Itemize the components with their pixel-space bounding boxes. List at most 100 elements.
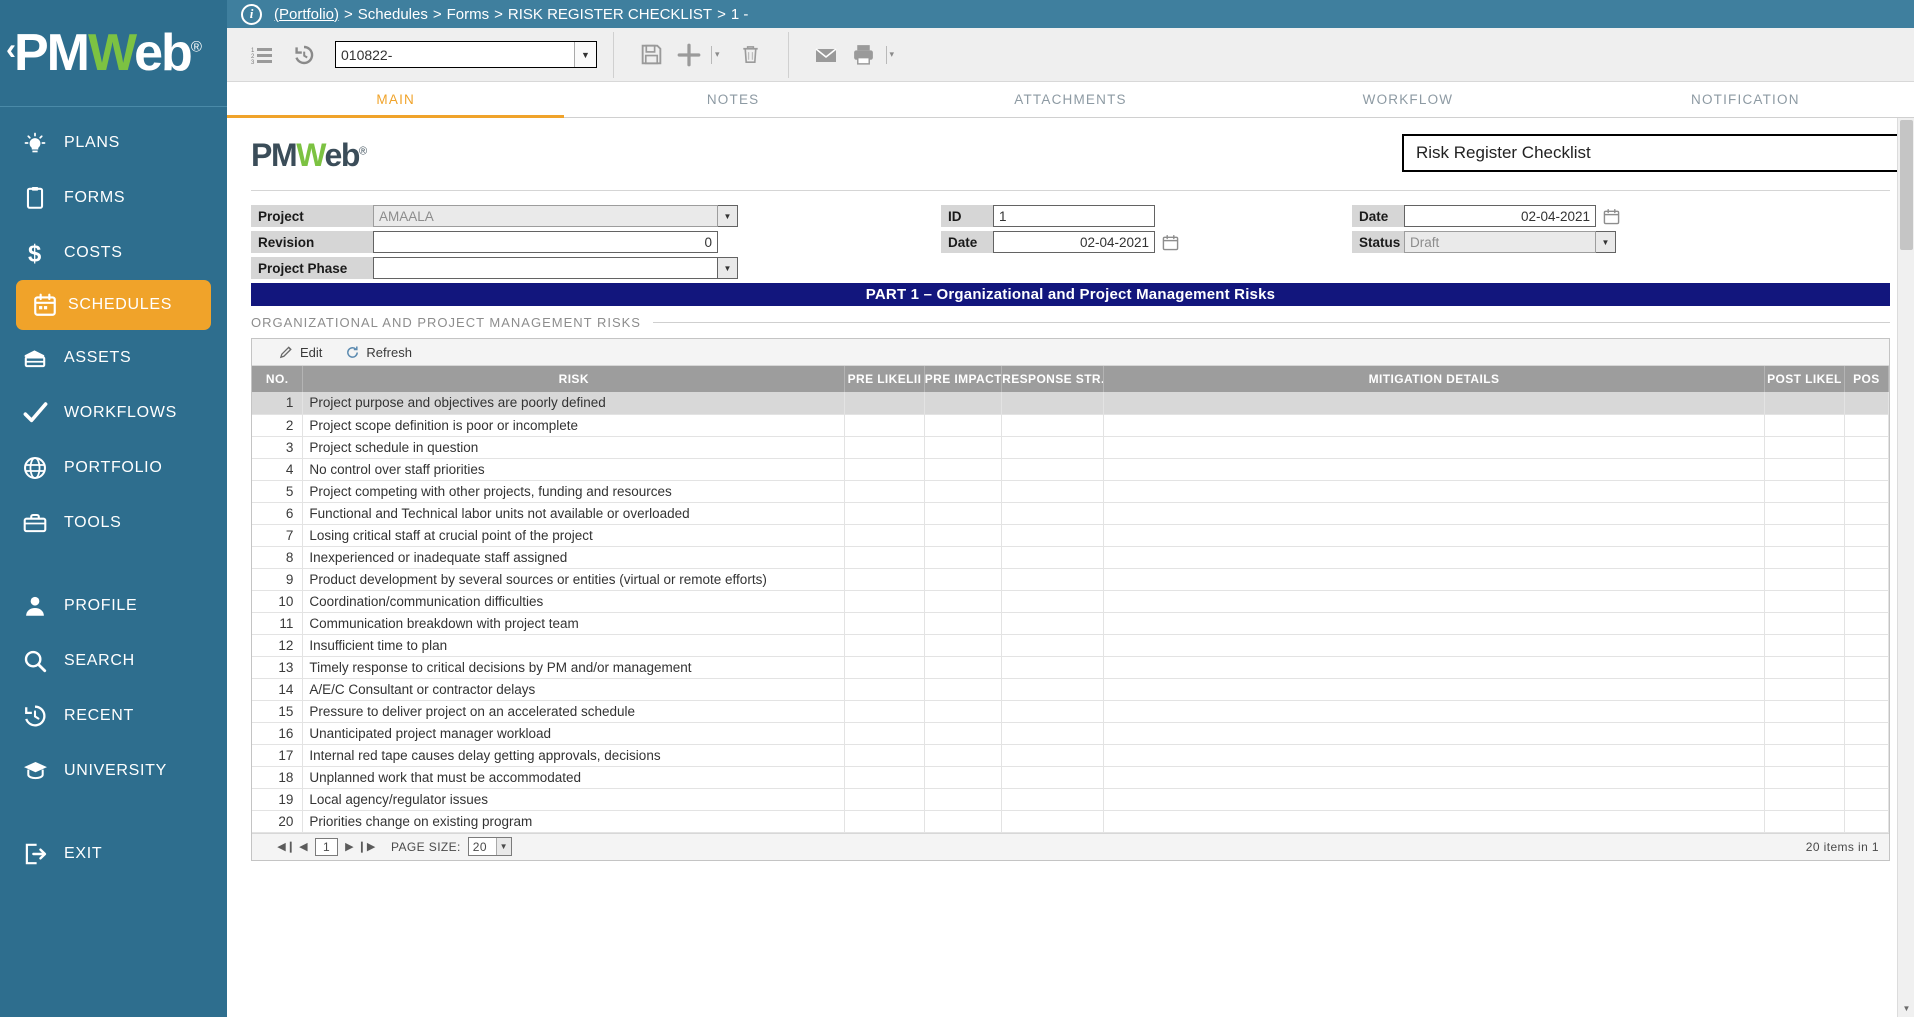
cell-pre_impact[interactable] xyxy=(924,612,1001,634)
cell-no[interactable]: 2 xyxy=(252,414,303,436)
field-input-date[interactable]: 02-04-2021 xyxy=(993,231,1155,253)
cell-risk[interactable]: Unplanned work that must be accommodated xyxy=(303,766,845,788)
cell-response[interactable] xyxy=(1002,678,1104,700)
cell-mitigation[interactable] xyxy=(1103,810,1764,832)
cell-mitigation[interactable] xyxy=(1103,788,1764,810)
column-header-mitigation[interactable]: MITIGATION DETAILS xyxy=(1103,366,1764,392)
cell-post_imp[interactable] xyxy=(1844,524,1888,546)
column-header-risk[interactable]: RISK xyxy=(303,366,845,392)
cell-response[interactable] xyxy=(1002,436,1104,458)
cell-pre_like[interactable] xyxy=(845,788,925,810)
sidebar-item-forms[interactable]: FORMS xyxy=(0,170,227,225)
cell-post_imp[interactable] xyxy=(1844,678,1888,700)
sidebar-item-university[interactable]: UNIVERSITY xyxy=(0,743,227,798)
edit-button[interactable]: Edit xyxy=(278,344,322,360)
cell-no[interactable]: 12 xyxy=(252,634,303,656)
field-input-id[interactable]: 1 xyxy=(993,205,1155,227)
cell-risk[interactable]: Functional and Technical labor units not… xyxy=(303,502,845,524)
table-row[interactable]: 12Insufficient time to plan xyxy=(252,634,1889,656)
table-row[interactable]: 1Project purpose and objectives are poor… xyxy=(252,392,1889,414)
cell-mitigation[interactable] xyxy=(1103,414,1764,436)
breadcrumb-item[interactable]: 1 - xyxy=(731,6,749,23)
cell-no[interactable]: 7 xyxy=(252,524,303,546)
cell-no[interactable]: 10 xyxy=(252,590,303,612)
table-row[interactable]: 5Project competing with other projects, … xyxy=(252,480,1889,502)
cell-response[interactable] xyxy=(1002,612,1104,634)
pager-page-input[interactable]: 1 xyxy=(315,838,338,856)
cell-risk[interactable]: Losing critical staff at crucial point o… xyxy=(303,524,845,546)
field-input-date[interactable]: 02-04-2021 xyxy=(1404,205,1596,227)
sidebar-item-costs[interactable]: $COSTS xyxy=(0,225,227,280)
envelope-icon[interactable] xyxy=(805,34,847,76)
cell-post_imp[interactable] xyxy=(1844,546,1888,568)
cell-pre_impact[interactable] xyxy=(924,656,1001,678)
tab-attachments[interactable]: ATTACHMENTS xyxy=(902,82,1239,117)
cell-post_like[interactable] xyxy=(1765,524,1845,546)
cell-no[interactable]: 20 xyxy=(252,810,303,832)
cell-post_like[interactable] xyxy=(1765,678,1845,700)
cell-response[interactable] xyxy=(1002,590,1104,612)
sidebar-item-search[interactable]: SEARCH xyxy=(0,633,227,688)
field-input-project[interactable]: AMAALA xyxy=(373,205,718,227)
cell-mitigation[interactable] xyxy=(1103,656,1764,678)
table-row[interactable]: 7Losing critical staff at crucial point … xyxy=(252,524,1889,546)
cell-response[interactable] xyxy=(1002,656,1104,678)
cell-risk[interactable]: Project purpose and objectives are poorl… xyxy=(303,392,845,414)
sidebar-item-exit[interactable]: EXIT xyxy=(0,826,227,881)
cell-pre_impact[interactable] xyxy=(924,414,1001,436)
scrollbar-thumb[interactable] xyxy=(1900,120,1913,250)
cell-pre_impact[interactable] xyxy=(924,590,1001,612)
cell-post_imp[interactable] xyxy=(1844,722,1888,744)
cell-post_imp[interactable] xyxy=(1844,766,1888,788)
cell-pre_like[interactable] xyxy=(845,634,925,656)
cell-mitigation[interactable] xyxy=(1103,678,1764,700)
content-scrollbar[interactable]: ▲ ▼ xyxy=(1897,118,1914,1017)
chevron-down-icon[interactable]: ▼ xyxy=(1596,231,1616,253)
cell-pre_impact[interactable] xyxy=(924,568,1001,590)
cell-post_like[interactable] xyxy=(1765,810,1845,832)
cell-no[interactable]: 18 xyxy=(252,766,303,788)
pager-first-button[interactable]: ◀❙ xyxy=(278,837,295,857)
cell-response[interactable] xyxy=(1002,480,1104,502)
sidebar-item-tools[interactable]: TOOLS xyxy=(0,495,227,550)
cell-response[interactable] xyxy=(1002,634,1104,656)
cell-post_like[interactable] xyxy=(1765,722,1845,744)
scroll-down-icon[interactable]: ▼ xyxy=(1898,1000,1914,1017)
cell-risk[interactable]: Unanticipated project manager workload xyxy=(303,722,845,744)
cell-pre_impact[interactable] xyxy=(924,480,1001,502)
cell-no[interactable]: 11 xyxy=(252,612,303,634)
column-header-response[interactable]: RESPONSE STR. xyxy=(1002,366,1104,392)
cell-no[interactable]: 15 xyxy=(252,700,303,722)
table-row[interactable]: 6Functional and Technical labor units no… xyxy=(252,502,1889,524)
cell-post_imp[interactable] xyxy=(1844,502,1888,524)
cell-mitigation[interactable] xyxy=(1103,766,1764,788)
cell-pre_impact[interactable] xyxy=(924,546,1001,568)
cell-pre_impact[interactable] xyxy=(924,722,1001,744)
cell-post_like[interactable] xyxy=(1765,436,1845,458)
plus-icon[interactable] xyxy=(672,34,706,76)
cell-pre_impact[interactable] xyxy=(924,744,1001,766)
cell-pre_impact[interactable] xyxy=(924,634,1001,656)
cell-response[interactable] xyxy=(1002,414,1104,436)
cell-post_imp[interactable] xyxy=(1844,656,1888,678)
cell-pre_impact[interactable] xyxy=(924,678,1001,700)
cell-pre_like[interactable] xyxy=(845,392,925,414)
cell-no[interactable]: 1 xyxy=(252,392,303,414)
printer-icon[interactable] xyxy=(847,34,881,76)
cell-post_imp[interactable] xyxy=(1844,612,1888,634)
cell-pre_like[interactable] xyxy=(845,590,925,612)
column-header-pre_like[interactable]: PRE LIKELII xyxy=(845,366,925,392)
cell-risk[interactable]: Insufficient time to plan xyxy=(303,634,845,656)
cell-post_imp[interactable] xyxy=(1844,392,1888,414)
cell-pre_like[interactable] xyxy=(845,458,925,480)
cell-no[interactable]: 17 xyxy=(252,744,303,766)
cell-post_imp[interactable] xyxy=(1844,634,1888,656)
sidebar-item-recent[interactable]: RECENT xyxy=(0,688,227,743)
cell-mitigation[interactable] xyxy=(1103,458,1764,480)
cell-response[interactable] xyxy=(1002,392,1104,414)
cell-risk[interactable]: Internal red tape causes delay getting a… xyxy=(303,744,845,766)
table-row[interactable]: 15Pressure to deliver project on an acce… xyxy=(252,700,1889,722)
cell-post_like[interactable] xyxy=(1765,612,1845,634)
cell-post_like[interactable] xyxy=(1765,392,1845,414)
table-row[interactable]: 16Unanticipated project manager workload xyxy=(252,722,1889,744)
